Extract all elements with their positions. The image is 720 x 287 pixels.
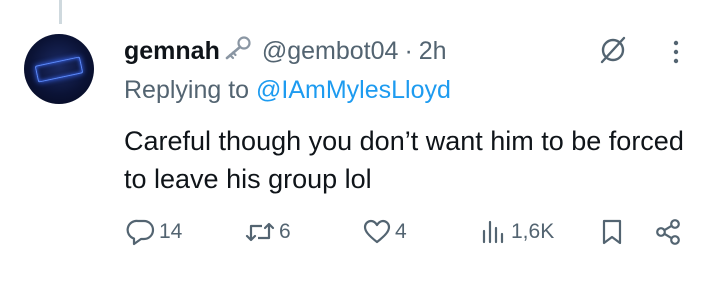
share-button[interactable] <box>654 218 682 246</box>
separator-dot: · <box>404 36 413 65</box>
avatar[interactable] <box>24 34 94 104</box>
tweet-actions-bar: 14 6 4 1,6K <box>0 218 720 250</box>
retweet-count: 6 <box>279 220 291 243</box>
reply-count: 14 <box>159 220 183 243</box>
key-icon <box>222 35 252 68</box>
retweet-button[interactable]: 6 <box>244 218 291 246</box>
like-count: 4 <box>395 220 407 243</box>
reply-button[interactable]: 14 <box>126 218 182 246</box>
timestamp[interactable]: 2h <box>419 37 447 66</box>
like-button[interactable]: 4 <box>362 218 407 246</box>
author-name[interactable]: gemnah <box>124 37 220 66</box>
avatar-neon-sign <box>34 56 84 83</box>
reply-icon <box>126 219 155 246</box>
bookmark-icon <box>602 219 622 245</box>
grok-icon[interactable] <box>598 35 628 70</box>
views-icon <box>482 220 504 244</box>
thread-connector-line <box>59 0 62 24</box>
author-handle[interactable]: @gembot04 <box>262 37 399 66</box>
bookmark-button[interactable] <box>600 218 624 246</box>
share-icon <box>656 219 680 245</box>
tweet-text: Careful though you don’t want him to be … <box>124 126 684 194</box>
retweet-icon <box>245 222 275 242</box>
more-icon[interactable] <box>670 38 682 71</box>
views-button[interactable]: 1,6K <box>480 218 554 246</box>
replying-to-mention[interactable]: @IAmMylesLloyd <box>256 76 451 104</box>
like-icon <box>363 219 391 244</box>
tweet-header: gemnah @gembot04 · 2h <box>124 34 447 68</box>
replying-to-line: Replying to @IAmMylesLloyd <box>124 76 451 105</box>
replying-to-label: Replying to <box>124 76 250 104</box>
views-count: 1,6K <box>511 220 555 243</box>
